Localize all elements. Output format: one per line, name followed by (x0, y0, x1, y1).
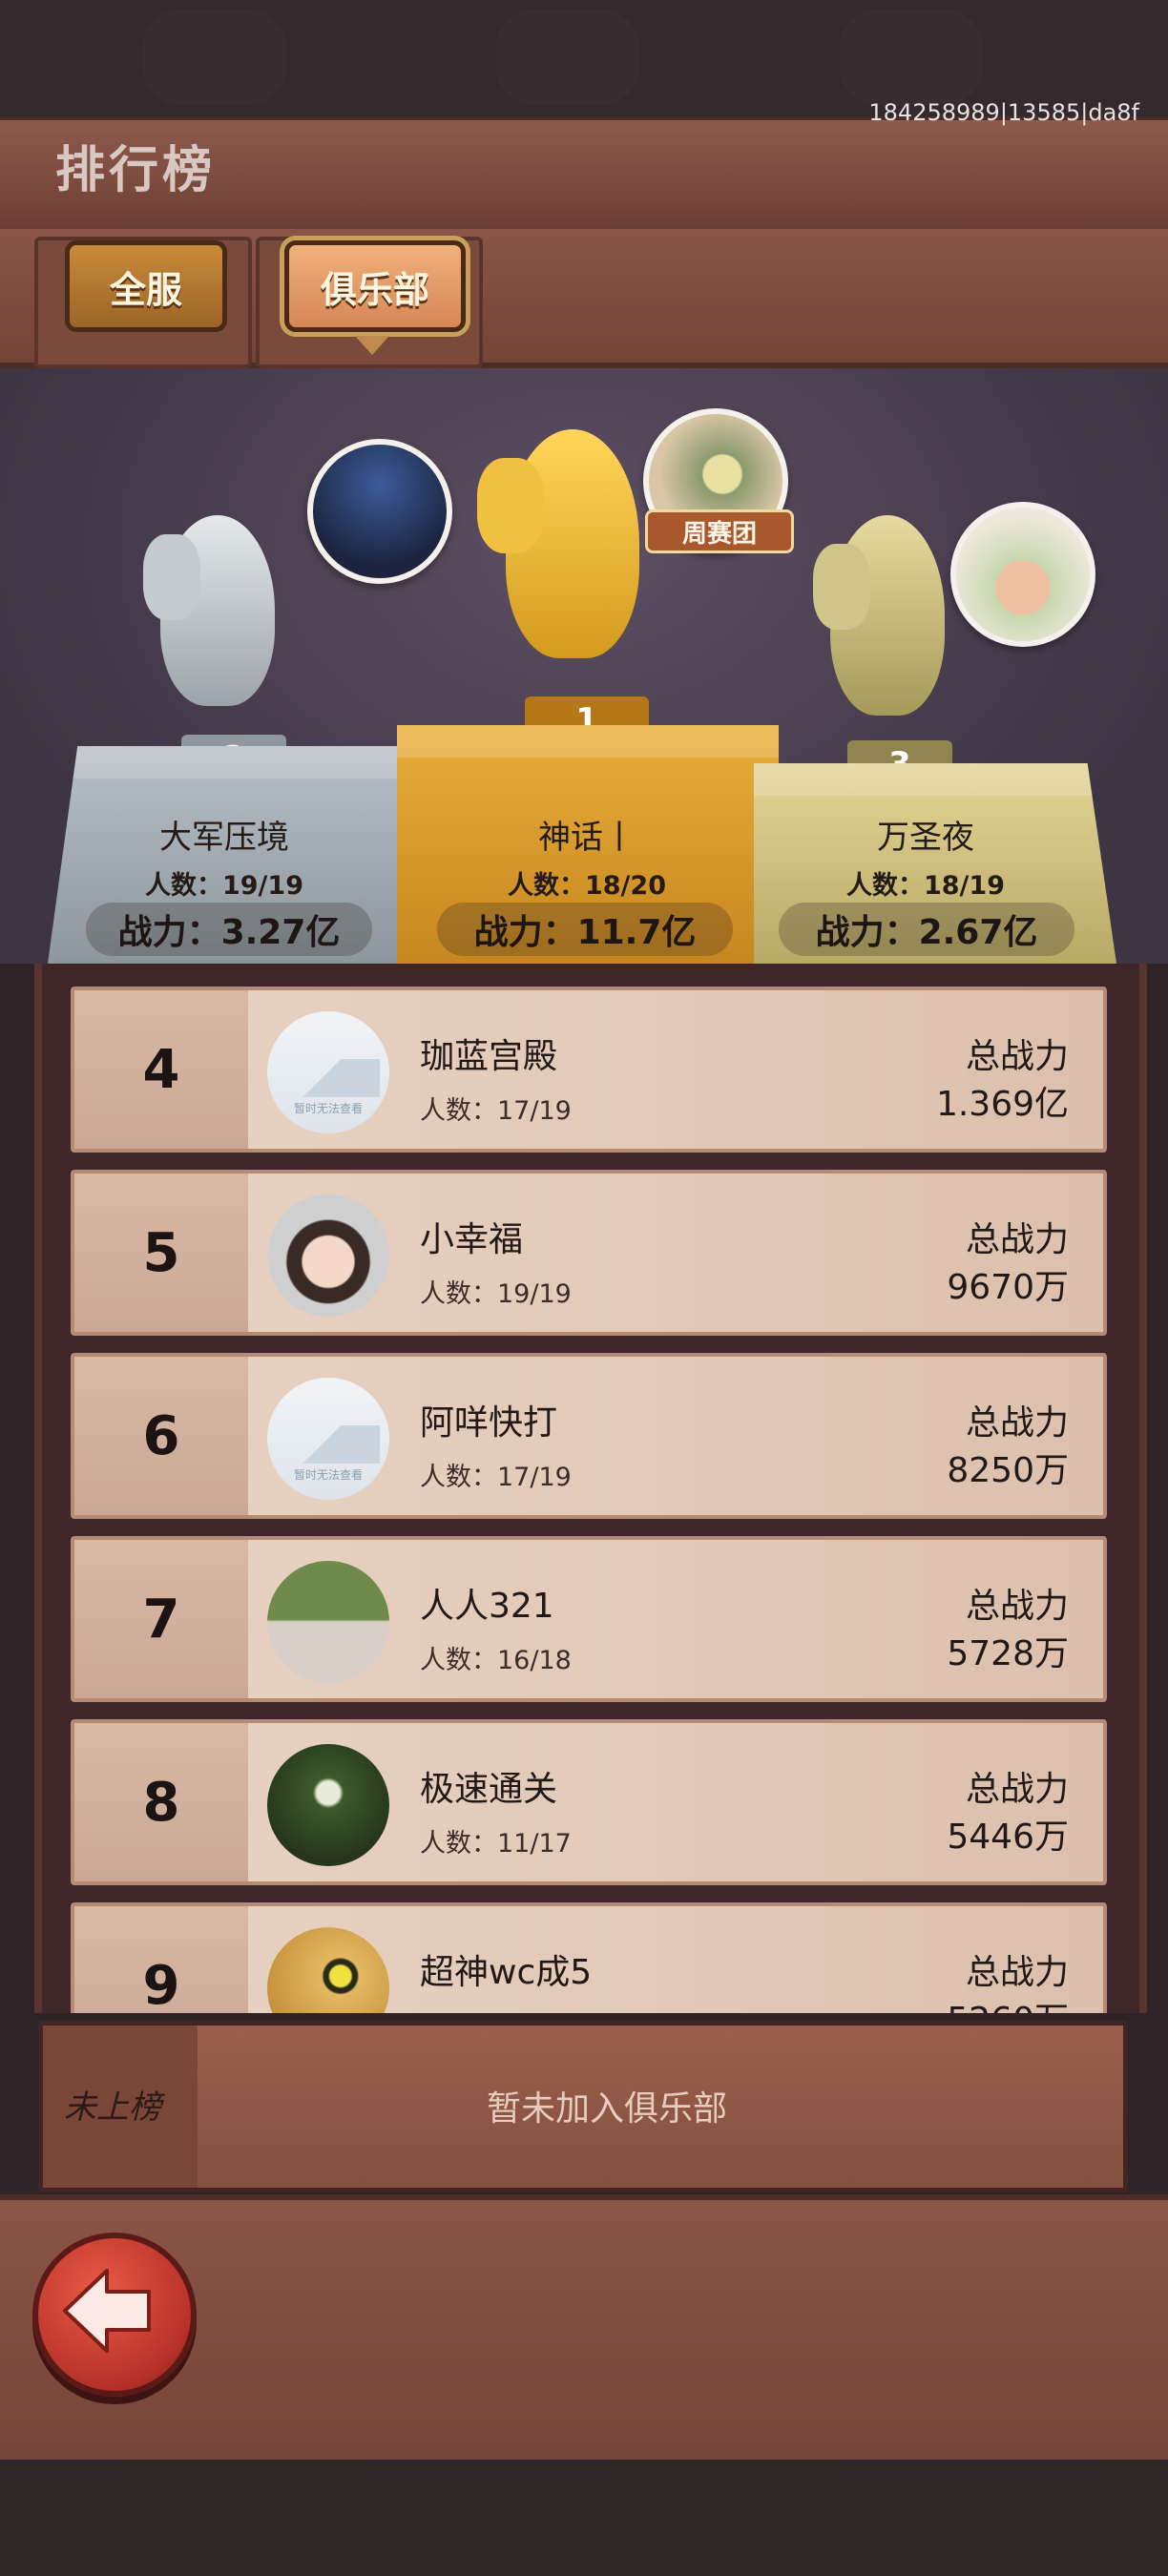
avatar[interactable] (267, 1927, 389, 2013)
power-label: 总战力 (965, 1770, 1069, 1809)
avatar[interactable]: 暂时无法查看 (267, 1378, 389, 1500)
avatar-placeholder-text: 暂时无法查看 (293, 1468, 363, 1482)
podium-top (754, 763, 1116, 796)
podium-members: 人数：18/19 (845, 871, 1005, 901)
club-members: 人数：19/19 (420, 1279, 572, 1309)
tab-club[interactable]: 俱乐部 (284, 240, 466, 332)
list-item[interactable]: 5 小幸福 人数：19/19 总战力 9670万 (71, 1170, 1107, 1336)
podium-members: 人数：18/20 (507, 871, 666, 901)
my-club-status: 暂未加入俱乐部 (486, 2089, 727, 2129)
rank-number: 6 (142, 1404, 180, 1467)
club-name: 阿咩快打 (420, 1403, 558, 1443)
podium-power: 战力：2.67亿 (779, 903, 1074, 956)
trophy-gold-arm (477, 458, 544, 553)
bg-decoration (143, 10, 286, 105)
avatar-placeholder-text: 暂时无法查看 (293, 1102, 363, 1115)
podium-power: 战力：11.7亿 (437, 903, 733, 956)
list-item[interactable]: 9 超神wc成5 总战力 5260万 (71, 1902, 1107, 2013)
trophy-silver-arm (143, 534, 200, 620)
podium-club-name: 万圣夜 (877, 819, 974, 857)
club-name: 超神wc成5 (420, 1953, 593, 1992)
tab-all-server[interactable]: 全服 (65, 240, 227, 332)
bg-decoration (496, 10, 639, 105)
power-value: 5446万 (947, 1818, 1069, 1857)
rank-number: 9 (142, 1954, 180, 2014)
podium-top (48, 746, 420, 779)
club-members: 人数：17/19 (420, 1463, 572, 1492)
club-members: 人数：11/17 (420, 1829, 572, 1859)
list-item[interactable]: 8 极速通关 人数：11/17 总战力 5446万 (71, 1719, 1107, 1885)
rank-number: 5 (142, 1221, 180, 1284)
power-value: 8250万 (947, 1451, 1069, 1490)
power-label: 总战力 (965, 1403, 1069, 1443)
weekly-team-badge: 周赛团 (645, 509, 794, 553)
power-label: 总战力 (965, 1220, 1069, 1259)
podium-club-name: 神话丨 (538, 819, 636, 857)
back-button[interactable] (32, 2233, 197, 2397)
rank-number: 4 (142, 1038, 180, 1101)
rank-number: 8 (142, 1771, 180, 1834)
tab-pointer-icon (355, 336, 389, 355)
power-value: 9670万 (947, 1268, 1069, 1307)
club-members: 人数：17/19 (420, 1096, 572, 1126)
back-arrow-icon (63, 2269, 151, 2353)
session-id: 184258989|13585|da8f (868, 99, 1139, 126)
bottom-background (0, 2460, 1168, 2576)
placeholder-mountain-icon (277, 1425, 380, 1464)
power-value: 5728万 (947, 1634, 1069, 1673)
avatar[interactable] (267, 1744, 389, 1866)
ranking-list[interactable]: 4 暂时无法查看 珈蓝宫殿 人数：17/19 总战力 1.369亿 5 小幸福 … (34, 964, 1147, 2013)
avatar[interactable] (267, 1195, 389, 1317)
avatar[interactable] (950, 502, 1095, 647)
power-label: 总战力 (965, 1037, 1069, 1076)
bg-decoration (840, 10, 983, 105)
club-name: 小幸福 (420, 1220, 524, 1259)
avatar[interactable] (307, 439, 452, 584)
podium-members: 人数：19/19 (144, 871, 303, 901)
podium-club-name: 大军压境 (159, 819, 289, 857)
club-members: 人数：16/18 (420, 1646, 572, 1675)
power-label: 总战力 (965, 1587, 1069, 1626)
power-value: 5260万 (947, 1992, 1069, 2013)
page-title: 排行榜 (55, 142, 217, 199)
avatar[interactable]: 暂时无法查看 (267, 1011, 389, 1133)
club-name: 人人321 (420, 1587, 554, 1626)
trophy-bronze-arm (813, 544, 870, 630)
my-club-rank-bar: 未上榜 暂未加入俱乐部 (38, 2021, 1128, 2192)
power-label: 总战力 (965, 1953, 1069, 1992)
avatar[interactable] (267, 1561, 389, 1683)
club-name: 极速通关 (420, 1770, 558, 1809)
podium-power: 战力：3.27亿 (86, 903, 372, 956)
list-item[interactable]: 7 人人321 人数：16/18 总战力 5728万 (71, 1536, 1107, 1702)
placeholder-mountain-icon (277, 1059, 380, 1097)
power-value: 1.369亿 (935, 1085, 1069, 1124)
list-item[interactable]: 4 暂时无法查看 珈蓝宫殿 人数：17/19 总战力 1.369亿 (71, 987, 1107, 1153)
list-item[interactable]: 6 暂时无法查看 阿咩快打 人数：17/19 总战力 8250万 (71, 1353, 1107, 1519)
rank-number: 7 (142, 1588, 180, 1651)
club-name: 珈蓝宫殿 (420, 1037, 558, 1076)
podium-top (397, 725, 779, 758)
